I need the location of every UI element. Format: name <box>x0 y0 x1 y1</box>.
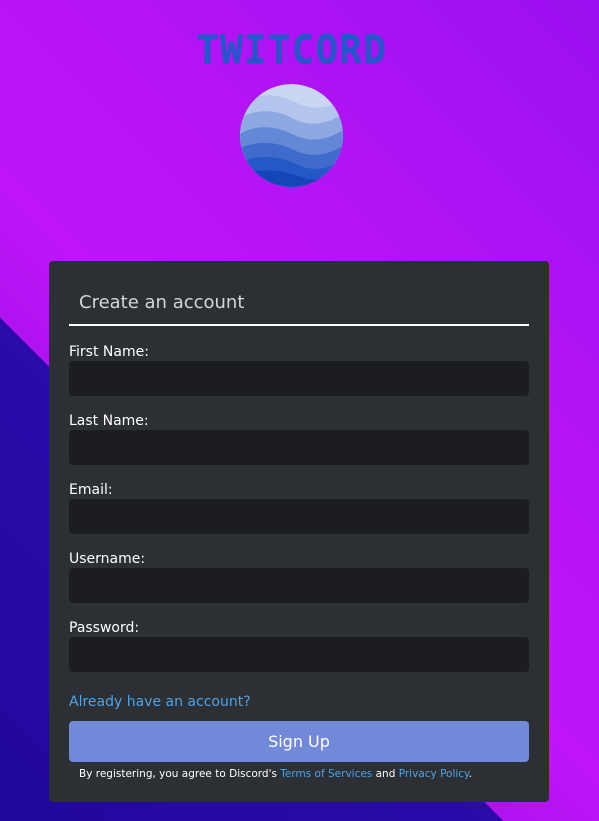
email-field[interactable] <box>69 499 529 534</box>
last-name-field[interactable] <box>69 430 529 465</box>
legal-suffix: . <box>468 768 473 780</box>
login-link[interactable]: Already have an account? <box>69 693 251 711</box>
username-label: Username: <box>69 551 146 567</box>
legal-prefix: By registering, you agree to Discord's <box>79 768 281 780</box>
wave-globe-icon <box>240 84 343 187</box>
last-name-label: Last Name: <box>69 413 149 429</box>
first-name-label: First Name: <box>69 344 149 360</box>
signup-page: { "brand": { "name": "TWITCORD" }, "colo… <box>0 0 599 821</box>
sign-up-button[interactable]: Sign Up <box>69 721 529 762</box>
signup-card: Create an account First Name: Last Name:… <box>49 261 549 802</box>
legal-notice: By registering, you agree to Discord's T… <box>79 767 472 781</box>
username-field[interactable] <box>69 568 529 603</box>
password-field[interactable] <box>69 637 529 672</box>
privacy-link[interactable]: Privacy Policy <box>399 768 469 780</box>
legal-middle: and <box>372 768 399 780</box>
terms-link[interactable]: Terms of Services <box>280 768 372 780</box>
email-label: Email: <box>69 482 113 498</box>
title-divider <box>69 324 529 326</box>
password-label: Password: <box>69 620 140 636</box>
logo <box>240 84 343 187</box>
brand-wordmark: TWITCORD <box>195 26 388 74</box>
first-name-field[interactable] <box>69 361 529 396</box>
form-title: Create an account <box>79 292 245 313</box>
